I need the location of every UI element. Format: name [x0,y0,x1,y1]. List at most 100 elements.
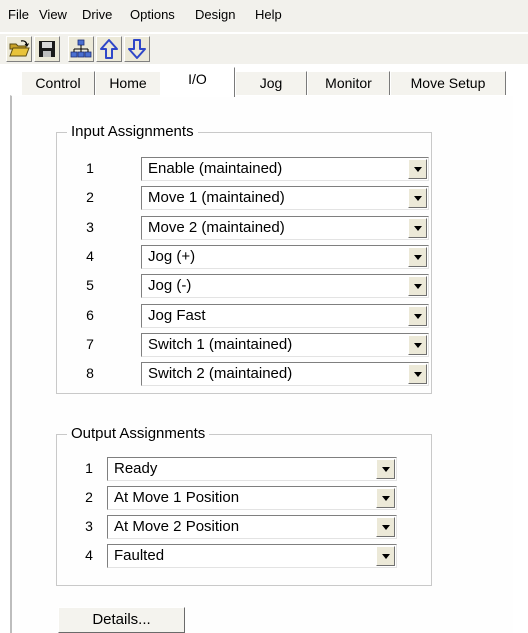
dropdown-button[interactable] [376,488,395,508]
row-number: 5 [86,277,94,294]
menu-design[interactable]: Design [195,7,235,23]
row-number: 2 [85,489,93,505]
input-assignment-row: 2 Move 1 (maintained) [57,186,429,211]
row-number: 4 [86,247,94,264]
input-assignment-select[interactable]: Jog Fast [141,303,429,328]
chevron-down-icon [382,525,390,530]
upload-arrow-icon [100,39,118,59]
chevron-down-icon [414,225,422,231]
input-assignment-select[interactable]: Switch 2 (maintained) [141,362,429,387]
menu-file[interactable]: File [8,7,29,23]
output-assignment-row: 2 At Move 1 Position [57,486,427,510]
menu-drive[interactable]: Drive [82,7,112,23]
dropdown-button[interactable] [408,276,427,297]
tab-move-setup[interactable]: Move Setup [390,71,506,96]
row-number: 1 [85,460,93,476]
output-assignments-group: Output Assignments 1 Ready 2 At Move 1 Posi… [56,424,432,586]
output-assignment-select[interactable]: Ready [107,457,397,481]
output-assignment-row: 3 At Move 2 Position [57,515,427,539]
input-assignment-select[interactable]: Enable (maintained) [141,157,429,181]
input-assignment-row: 4 Jog (+) [57,244,429,269]
tab-home[interactable]: Home [95,71,161,96]
row-number: 6 [86,306,94,323]
select-value: Move 1 (maintained) [148,189,285,207]
output-assignment-row: 1 Ready [57,457,427,481]
select-value: Jog (+) [148,247,196,265]
dropdown-button[interactable] [408,334,427,355]
row-number: 7 [86,335,94,352]
chevron-down-icon [382,496,390,501]
chevron-down-icon [414,196,422,202]
tab-io[interactable]: I/O [160,67,235,97]
input-assignment-row: 6 Jog Fast [57,303,429,328]
dropdown-button[interactable] [408,364,427,385]
input-assignment-row: 3 Move 2 (maintained) [57,215,429,240]
tab-jog[interactable]: Jog [235,71,307,96]
dropdown-button[interactable] [408,246,427,267]
download-arrow-icon [128,39,146,59]
save-button[interactable] [34,36,60,62]
input-assignment-select[interactable]: Switch 1 (maintained) [141,332,429,357]
open-folder-icon [9,40,30,57]
row-number: 4 [85,547,93,563]
details-button[interactable]: Details... [58,607,185,633]
network-icon [70,39,92,58]
tab-monitor[interactable]: Monitor [307,71,390,96]
dropdown-button[interactable] [376,517,395,537]
input-assignment-select[interactable]: Jog (-) [141,274,429,299]
select-value: At Move 1 Position [114,489,240,506]
menu-help[interactable]: Help [255,7,282,23]
dropdown-button[interactable] [408,305,427,326]
select-value: Enable (maintained) [148,160,283,177]
input-assignments-title: Input Assignments [67,122,198,142]
row-number: 3 [86,218,94,235]
chevron-down-icon [414,167,422,172]
output-assignment-select[interactable]: At Move 1 Position [107,486,397,510]
menu-options[interactable]: Options [130,7,175,23]
tab-strip: Control Home I/O Jog Monitor Move Setup [0,64,528,97]
dropdown-button[interactable] [408,159,427,179]
output-assignments-title: Output Assignments [67,424,210,444]
select-value: Faulted [114,547,165,564]
row-number: 3 [85,518,93,534]
menu-view[interactable]: View [39,7,67,23]
select-value: At Move 2 Position [114,518,240,535]
row-number: 2 [86,189,94,206]
input-assignment-row: 1 Enable (maintained) [57,157,429,181]
select-value: Switch 1 (maintained) [148,335,293,353]
row-number: 8 [86,365,94,382]
upload-button[interactable] [96,36,122,62]
menu-bar: File View Drive Options Design Help [0,0,528,32]
select-value: Jog Fast [148,306,206,324]
chevron-down-icon [414,284,422,290]
chevron-down-icon [414,372,422,378]
input-assignment-select[interactable]: Move 2 (maintained) [141,215,429,240]
chevron-down-icon [414,313,422,319]
input-assignment-select[interactable]: Move 1 (maintained) [141,186,429,211]
select-value: Ready [114,460,158,477]
dropdown-button[interactable] [408,217,427,238]
output-assignment-row: 4 Faulted [57,544,427,568]
output-assignment-select[interactable]: Faulted [107,544,397,568]
dropdown-button[interactable] [376,459,395,479]
download-button[interactable] [124,36,150,62]
chevron-down-icon [414,342,422,348]
chevron-down-icon [382,554,390,559]
input-assignment-row: 8 Switch 2 (maintained) [57,362,429,387]
open-button[interactable] [6,36,32,62]
dropdown-button[interactable] [376,546,395,566]
output-assignment-select[interactable]: At Move 2 Position [107,515,397,539]
input-assignment-row: 5 Jog (-) [57,274,429,299]
input-assignment-row: 7 Switch 1 (maintained) [57,332,429,357]
input-assignments-group: Input Assignments 1 Enable (maintained) 2 M… [56,122,432,394]
select-value: Move 2 (maintained) [148,218,285,236]
dropdown-button[interactable] [408,188,427,209]
row-number: 1 [86,160,94,176]
input-assignment-select[interactable]: Jog (+) [141,244,429,269]
network-button[interactable] [68,36,94,62]
save-icon [39,41,55,57]
select-value: Switch 2 (maintained) [148,365,293,383]
tab-control[interactable]: Control [21,71,95,96]
toolbar [0,34,528,64]
select-value: Jog (-) [148,277,192,295]
